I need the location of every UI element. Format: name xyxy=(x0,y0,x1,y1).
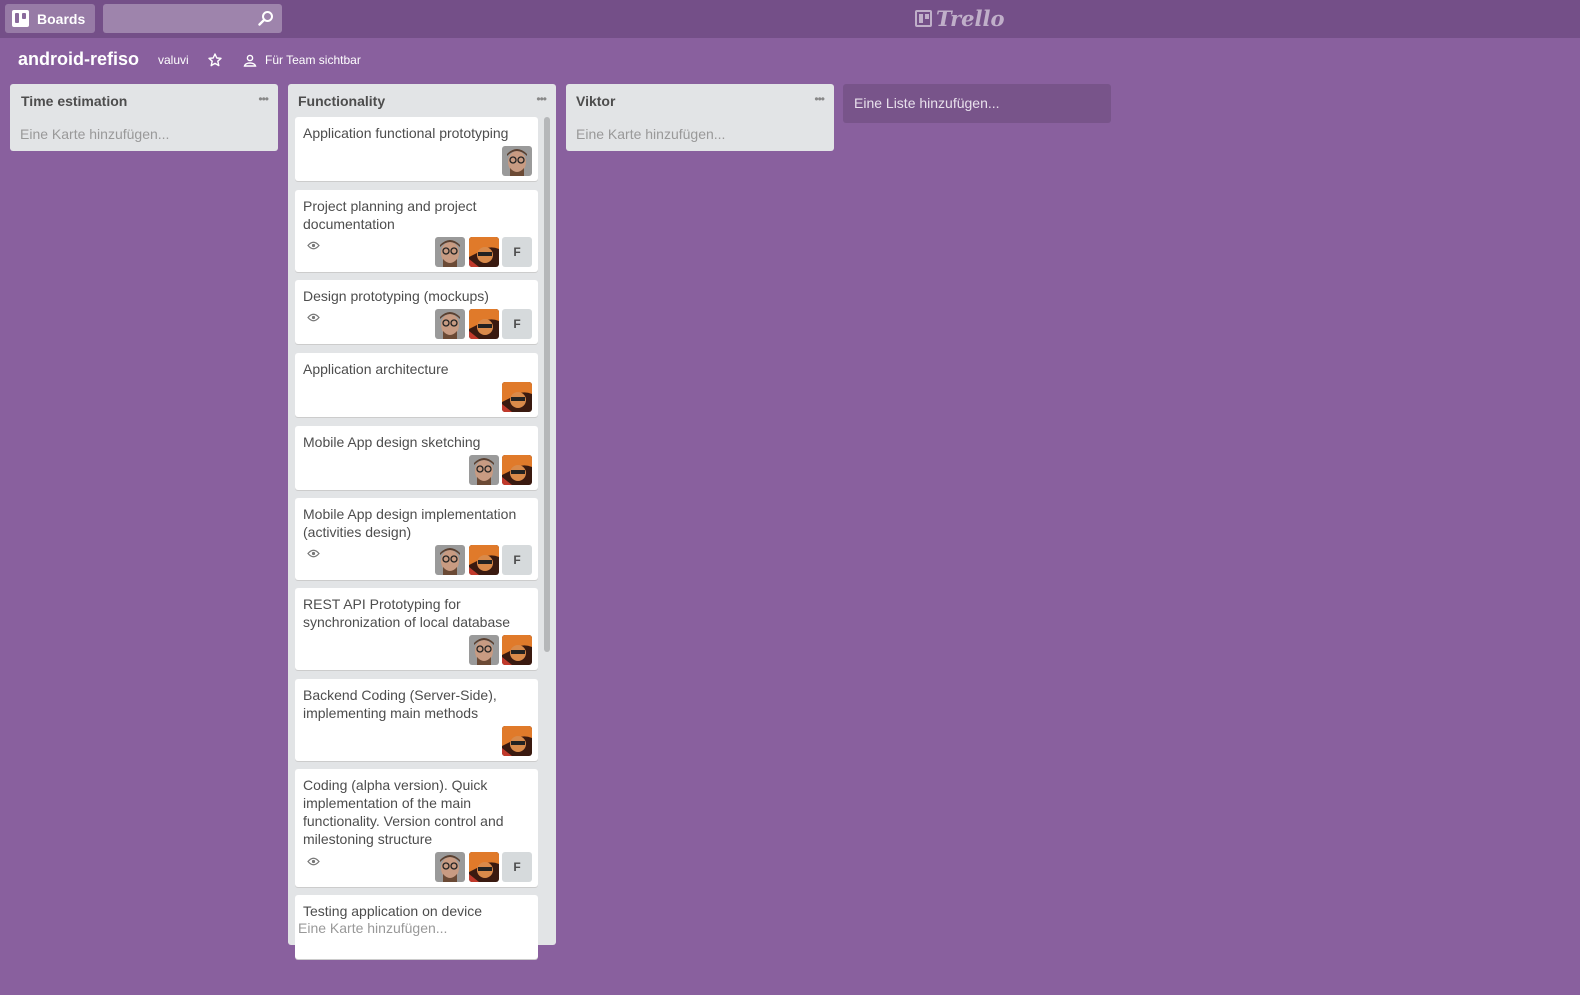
card[interactable]: Project planning and project documentati… xyxy=(295,190,538,272)
boards-button[interactable]: Boards xyxy=(5,4,95,33)
add-list-label: Eine Liste hinzufügen... xyxy=(854,95,1000,111)
member-avatar-orange[interactable] xyxy=(502,455,532,485)
member-avatar-orange[interactable] xyxy=(469,545,499,575)
list-functionality: Functionality ••• Application functional… xyxy=(288,84,556,959)
member-initial[interactable]: F xyxy=(502,852,532,882)
member-avatar-orange[interactable] xyxy=(502,382,532,412)
list-title[interactable]: Viktor xyxy=(576,93,615,109)
card-title: Coding (alpha version). Quick implementa… xyxy=(303,777,504,847)
card[interactable]: Application functional prototyping xyxy=(295,117,538,181)
boards-label: Boards xyxy=(37,10,86,27)
board-owner[interactable]: valuvi xyxy=(158,53,189,67)
trello-logo-icon xyxy=(915,9,932,27)
boards-icon xyxy=(12,10,29,27)
add-card-link[interactable]: Eine Karte hinzufügen... xyxy=(20,126,169,142)
card[interactable]: Mobile App design implementation (activi… xyxy=(295,498,538,580)
list-menu-icon[interactable]: ••• xyxy=(258,92,269,106)
card-title: Mobile App design implementation (activi… xyxy=(303,506,517,540)
card[interactable]: REST API Prototyping for synchronization… xyxy=(295,588,538,670)
watch-icon xyxy=(307,857,320,866)
add-card-link[interactable]: Eine Karte hinzufügen... xyxy=(576,126,725,142)
card-title: REST API Prototyping for synchronization… xyxy=(303,596,511,630)
card[interactable]: Mobile App design sketching xyxy=(295,426,538,490)
list-scrollbar[interactable] xyxy=(544,117,550,652)
list-time-estimation: Time estimation ••• Eine Karte hinzufüge… xyxy=(10,84,278,151)
member-avatar-glasses[interactable] xyxy=(435,852,465,882)
top-header: Boards Trello xyxy=(0,0,1580,38)
list-menu-icon[interactable]: ••• xyxy=(814,92,825,106)
member-initial[interactable]: F xyxy=(502,237,532,267)
trello-logo-text: Trello xyxy=(936,5,1005,31)
star-icon[interactable] xyxy=(208,53,222,67)
card[interactable]: Design prototyping (mockups) F xyxy=(295,280,538,344)
visibility-label[interactable]: Für Team sichtbar xyxy=(265,53,361,67)
card-list: Application functional prototyping Proje… xyxy=(295,117,539,995)
trello-logo[interactable]: Trello xyxy=(915,5,1005,31)
add-list-button[interactable]: Eine Liste hinzufügen... xyxy=(843,84,1111,123)
member-avatar-glasses[interactable] xyxy=(502,146,532,176)
card[interactable]: Coding (alpha version). Quick implementa… xyxy=(295,769,538,887)
member-avatar-orange[interactable] xyxy=(469,237,499,267)
board-title[interactable]: android-refiso xyxy=(18,49,139,70)
list-menu-icon[interactable]: ••• xyxy=(536,92,547,106)
card[interactable]: Application architecture xyxy=(295,353,538,417)
member-avatar-glasses[interactable] xyxy=(435,237,465,267)
card-title: Design prototyping (mockups) xyxy=(303,288,489,304)
member-avatar-orange[interactable] xyxy=(469,309,499,339)
card-title: Application architecture xyxy=(303,361,449,377)
card-title: Application functional prototyping xyxy=(303,125,509,141)
card-title: Mobile App design sketching xyxy=(303,434,481,450)
list-title[interactable]: Functionality xyxy=(298,93,385,109)
watch-icon xyxy=(307,549,320,558)
member-initial[interactable]: F xyxy=(502,545,532,575)
list-viktor: Viktor ••• Eine Karte hinzufügen... xyxy=(566,84,834,151)
card[interactable]: Backend Coding (Server-Side), implementi… xyxy=(295,679,538,761)
search-icon[interactable] xyxy=(258,10,274,26)
card-title: Backend Coding (Server-Side), implementi… xyxy=(303,687,497,721)
member-avatar-glasses[interactable] xyxy=(469,455,499,485)
member-initial[interactable]: F xyxy=(502,309,532,339)
member-avatar-orange[interactable] xyxy=(502,726,532,756)
member-avatar-glasses[interactable] xyxy=(469,635,499,665)
member-avatar-orange[interactable] xyxy=(469,852,499,882)
watch-icon xyxy=(307,313,320,322)
add-card-link[interactable]: Eine Karte hinzufügen... xyxy=(298,920,447,936)
member-avatar-orange[interactable] xyxy=(502,635,532,665)
card-title: Project planning and project documentati… xyxy=(303,198,477,232)
list-title[interactable]: Time estimation xyxy=(21,93,127,109)
watch-icon xyxy=(307,241,320,250)
team-icon[interactable] xyxy=(243,54,257,67)
card-title: Testing application on device xyxy=(303,903,483,919)
member-avatar-glasses[interactable] xyxy=(435,545,465,575)
member-avatar-glasses[interactable] xyxy=(435,309,465,339)
search-input[interactable] xyxy=(103,4,282,33)
